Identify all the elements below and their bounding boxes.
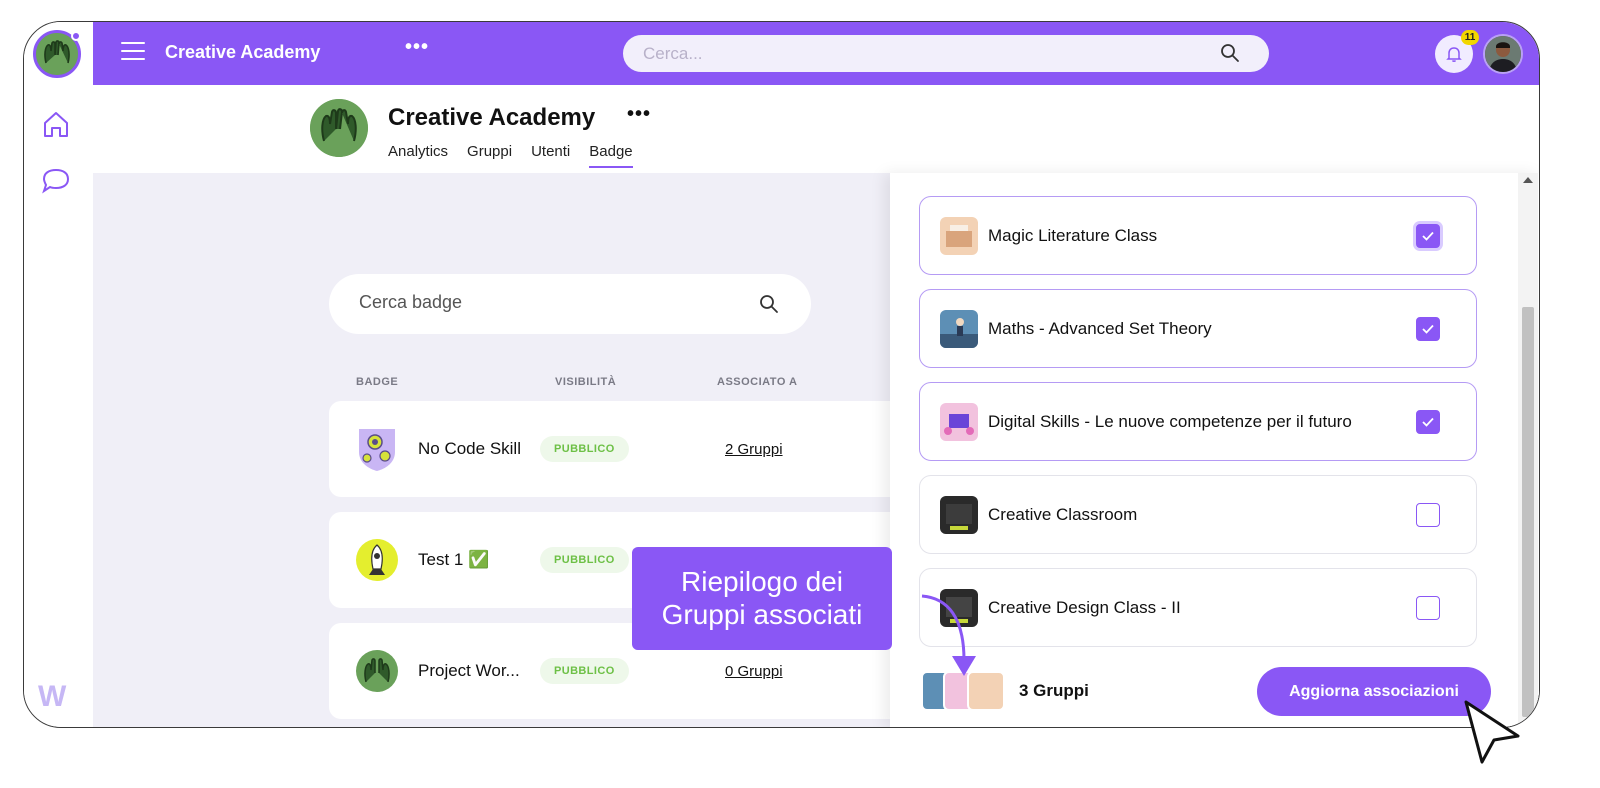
badge-search-box xyxy=(329,274,811,334)
group-option[interactable]: Magic Literature Class xyxy=(919,196,1477,275)
scroll-up-icon[interactable] xyxy=(1523,177,1533,183)
user-photo-icon xyxy=(1485,36,1521,72)
bell-icon xyxy=(1446,47,1462,62)
chat-icon[interactable] xyxy=(40,164,72,196)
user-avatar[interactable] xyxy=(1483,34,1523,74)
associated-groups-link[interactable]: 0 Gruppi xyxy=(725,663,783,680)
badge-search-input[interactable] xyxy=(359,292,739,313)
badge-name: Project Wor... xyxy=(418,661,520,680)
shield-badge-icon xyxy=(359,429,395,471)
search-icon[interactable] xyxy=(759,294,779,314)
checkmark-icon xyxy=(1422,417,1434,427)
more-icon[interactable]: ••• xyxy=(405,36,429,59)
tab-gruppi[interactable]: Gruppi xyxy=(467,143,512,168)
group-checkbox[interactable] xyxy=(1416,596,1440,620)
update-associations-button[interactable]: Aggiorna associazioni xyxy=(1257,667,1491,716)
tab-analytics[interactable]: Analytics xyxy=(388,143,448,168)
notification-count-badge: 11 xyxy=(1461,30,1479,45)
org-header: Creative Academy ••• Analytics Gruppi Ut… xyxy=(93,85,1539,173)
group-checkbox[interactable] xyxy=(1416,317,1440,341)
group-checkbox[interactable] xyxy=(1416,503,1440,527)
badge-name: No Code Skill xyxy=(418,439,521,458)
mouse-cursor-icon xyxy=(1464,700,1520,764)
badge-name: Test 1 ✅ xyxy=(418,550,490,569)
global-search-input[interactable] xyxy=(623,35,1269,72)
hands-logo-icon xyxy=(310,99,368,157)
group-option[interactable]: Creative Classroom xyxy=(919,475,1477,554)
panel-scrollbar[interactable] xyxy=(1518,173,1538,727)
associated-groups-link[interactable]: 2 Gruppi xyxy=(725,441,783,458)
check-emoji-icon: ✅ xyxy=(468,550,490,569)
group-checkbox[interactable] xyxy=(1416,410,1440,434)
search-icon[interactable] xyxy=(1220,43,1240,63)
top-bar: Creative Academy ••• 11 xyxy=(93,22,1539,85)
checkmark-icon xyxy=(1422,324,1434,334)
hands-badge-icon xyxy=(356,650,398,692)
group-thumbnail-icon xyxy=(940,217,978,255)
column-header-associated: ASSOCIATO A xyxy=(717,376,798,388)
column-header-visibility: VISIBILITÀ xyxy=(555,376,617,388)
group-thumbnail-icon xyxy=(940,496,978,534)
org-tabs: Analytics Gruppi Utenti Badge xyxy=(388,143,633,168)
selected-groups-count: 3 Gruppi xyxy=(1019,681,1089,700)
group-name: Magic Literature Class xyxy=(988,226,1158,245)
tab-utenti[interactable]: Utenti xyxy=(531,143,570,168)
group-name: Maths - Advanced Set Theory xyxy=(988,319,1212,338)
group-name: Creative Design Class - II xyxy=(988,598,1181,617)
callout-arrow-icon xyxy=(921,594,976,676)
group-name: Creative Classroom xyxy=(988,505,1138,524)
tab-badge[interactable]: Badge xyxy=(589,143,633,168)
page-title: Creative Academy xyxy=(388,104,596,131)
home-icon[interactable] xyxy=(40,108,72,140)
table-row[interactable]: No Code Skill PUBBLICO 2 Gruppi xyxy=(329,401,929,497)
column-header-badge: BADGE xyxy=(356,376,399,388)
left-rail: W xyxy=(24,22,93,727)
org-logo xyxy=(310,99,368,157)
annotation-callout: Riepilogo dei Gruppi associati xyxy=(632,547,892,650)
group-name: Digital Skills - Le nuove competenze per… xyxy=(988,412,1352,431)
group-thumbnail-icon xyxy=(940,310,978,348)
org-more-icon[interactable]: ••• xyxy=(627,103,651,126)
group-thumbnail-icon xyxy=(940,403,978,441)
group-option[interactable]: Digital Skills - Le nuove competenze per… xyxy=(919,382,1477,461)
scrollbar-thumb[interactable] xyxy=(1522,307,1534,717)
rocket-badge-icon xyxy=(356,539,398,581)
online-dot xyxy=(71,31,81,41)
visibility-badge: PUBBLICO xyxy=(540,547,629,573)
visibility-badge: PUBBLICO xyxy=(540,436,629,462)
checkmark-icon xyxy=(1422,231,1434,241)
group-option[interactable]: Creative Design Class - II xyxy=(919,568,1477,647)
visibility-badge: PUBBLICO xyxy=(540,658,629,684)
app-title: Creative Academy xyxy=(165,42,321,62)
group-checkbox[interactable] xyxy=(1416,224,1440,248)
group-option[interactable]: Maths - Advanced Set Theory xyxy=(919,289,1477,368)
menu-icon[interactable] xyxy=(121,42,145,62)
w-logo-icon: W xyxy=(38,680,67,713)
